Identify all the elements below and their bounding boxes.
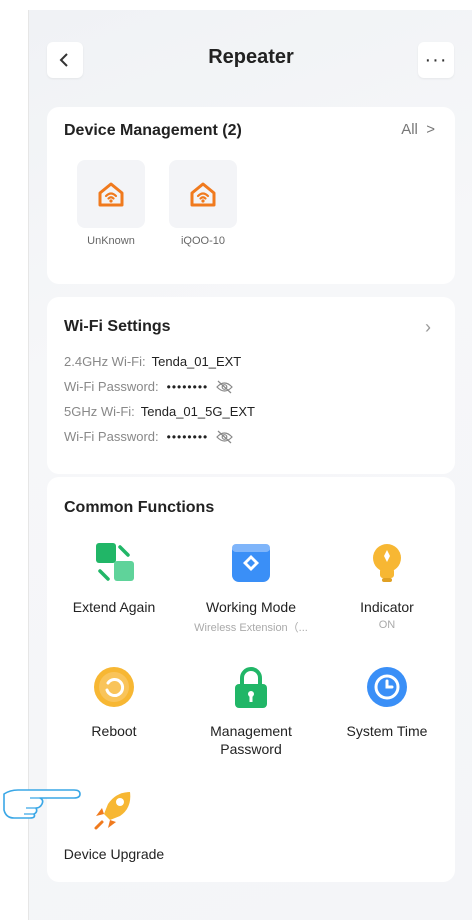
reboot-icon bbox=[94, 667, 134, 707]
wifi-24-row: 2.4GHz Wi-Fi: Tenda_01_EXT bbox=[64, 354, 241, 369]
home-wifi-icon bbox=[190, 182, 216, 207]
device-icon-box bbox=[77, 160, 145, 228]
all-devices-link[interactable]: All > bbox=[401, 121, 435, 138]
wifi-password-label: Wi-Fi Password: bbox=[64, 379, 159, 394]
lightbulb-icon bbox=[373, 544, 401, 582]
working-mode-icon bbox=[232, 544, 270, 582]
management-password-button[interactable]: Management Password bbox=[181, 665, 321, 758]
wifi-5g-password-row: Wi-Fi Password: •••••••• bbox=[64, 429, 234, 444]
system-time-button[interactable]: System Time bbox=[317, 665, 457, 740]
wifi-5g-label: 5GHz Wi-Fi: bbox=[64, 404, 135, 419]
func-status: ON bbox=[378, 619, 396, 631]
wifi-settings-card[interactable]: Wi-Fi Settings › 2.4GHz Wi-Fi: Tenda_01_… bbox=[47, 297, 455, 474]
eye-off-icon[interactable] bbox=[216, 380, 234, 394]
device-management-title: Device Management (2) bbox=[64, 122, 242, 139]
chevron-right-icon: > bbox=[422, 121, 435, 138]
app-screen: Repeater ··· Device Management (2) All >… bbox=[28, 10, 472, 920]
func-label: Extend Again bbox=[72, 599, 156, 615]
working-mode-button[interactable]: Working Mode Wireless Extension（... bbox=[181, 541, 321, 635]
indicator-button[interactable]: Indicator ON bbox=[317, 541, 457, 631]
eye-off-icon[interactable] bbox=[216, 430, 234, 444]
page-title: Repeater bbox=[208, 46, 294, 68]
func-label: System Time bbox=[346, 723, 428, 739]
clock-icon bbox=[367, 667, 407, 707]
device-name: iQOO-10 bbox=[180, 235, 225, 247]
pointing-hand-icon bbox=[3, 789, 81, 819]
func-label: Indicator bbox=[360, 599, 414, 615]
wifi-password-label: Wi-Fi Password: bbox=[64, 429, 159, 444]
func-label: Reboot bbox=[91, 723, 137, 739]
extend-icon bbox=[96, 543, 134, 581]
wifi-settings-title: Wi-Fi Settings bbox=[64, 318, 171, 335]
extend-again-button[interactable]: Extend Again bbox=[44, 541, 184, 616]
device-item-iqoo[interactable]: iQOO-10 bbox=[169, 160, 237, 247]
func-status: Wireless Extension（... bbox=[194, 622, 308, 634]
wifi-24-ssid: Tenda_01_EXT bbox=[151, 354, 242, 369]
device-name: UnKnown bbox=[87, 235, 135, 247]
more-icon: ··· bbox=[424, 48, 448, 71]
func-label: Working Mode bbox=[205, 599, 296, 615]
func-label: Management Password bbox=[210, 723, 292, 757]
common-functions-title: Common Functions bbox=[64, 499, 215, 516]
common-functions-card: Common Functions Extend Again Working Mo… bbox=[47, 477, 455, 882]
reboot-button[interactable]: Reboot bbox=[44, 665, 184, 740]
home-wifi-icon bbox=[98, 182, 124, 207]
more-button[interactable]: ··· bbox=[418, 42, 454, 78]
wifi-password-value: •••••••• bbox=[166, 429, 209, 444]
all-label: All bbox=[401, 121, 418, 138]
wifi-24-password-row: Wi-Fi Password: •••••••• bbox=[64, 379, 234, 394]
wifi-5g-row: 5GHz Wi-Fi: Tenda_01_5G_EXT bbox=[64, 404, 255, 419]
device-icon-box bbox=[169, 160, 237, 228]
wifi-5g-ssid: Tenda_01_5G_EXT bbox=[140, 404, 255, 419]
device-management-card: Device Management (2) All > UnKnown iQOO… bbox=[47, 107, 455, 284]
device-item-unknown[interactable]: UnKnown bbox=[77, 160, 145, 247]
func-label: Device Upgrade bbox=[63, 846, 165, 862]
wifi-24-label: 2.4GHz Wi-Fi: bbox=[64, 354, 146, 369]
rocket-icon bbox=[94, 792, 131, 830]
lock-icon bbox=[235, 667, 267, 708]
wifi-password-value: •••••••• bbox=[166, 379, 209, 394]
chevron-right-icon: › bbox=[425, 317, 431, 337]
header: Repeater ··· bbox=[29, 10, 472, 105]
